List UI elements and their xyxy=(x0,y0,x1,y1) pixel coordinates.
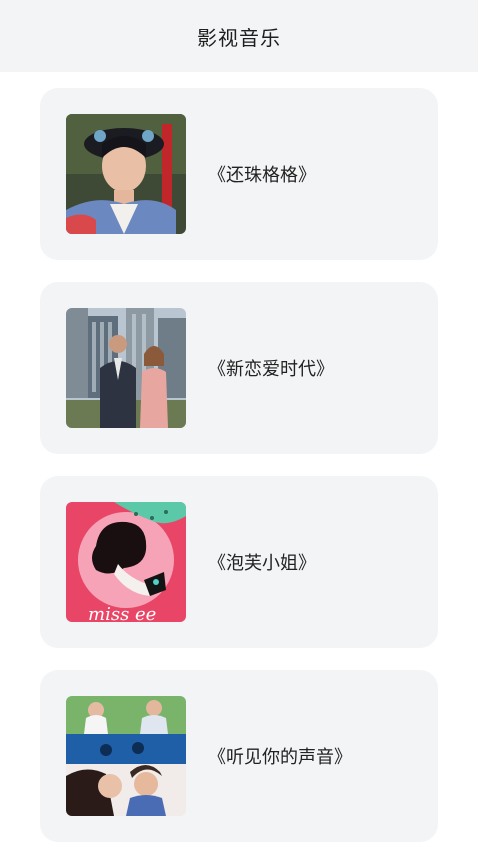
item-title: 《泡芙小姐》 xyxy=(208,553,316,574)
list-item-paofu-xiaojie[interactable]: miss ee 《泡芙小姐》 xyxy=(40,476,438,648)
list-item-tingjian-ni-de-shengyin[interactable]: 《听见你的声音》 xyxy=(40,670,438,842)
couple-city-cover-image xyxy=(66,308,186,428)
miss-puff-cover-image: miss ee xyxy=(66,502,186,622)
app-header: 影视音乐 xyxy=(0,0,478,72)
item-title: 《新恋爱时代》 xyxy=(208,359,334,380)
period-drama-cover-image xyxy=(66,114,186,234)
miss-cover-lettering: miss ee xyxy=(88,604,156,622)
item-title: 《听见你的声音》 xyxy=(208,747,352,768)
list-item-xin-lianai-shidai[interactable]: 《新恋爱时代》 xyxy=(40,282,438,454)
page-title: 影视音乐 xyxy=(197,25,281,50)
media-list: 《还珠格格》 《新恋爱时代》 miss ee 《泡芙小姐》 《听见你的声音》 xyxy=(40,88,438,864)
item-title: 《还珠格格》 xyxy=(208,165,316,186)
list-item-huanzhu-gege[interactable]: 《还珠格格》 xyxy=(40,88,438,260)
drama-collage-cover-image xyxy=(66,696,186,816)
